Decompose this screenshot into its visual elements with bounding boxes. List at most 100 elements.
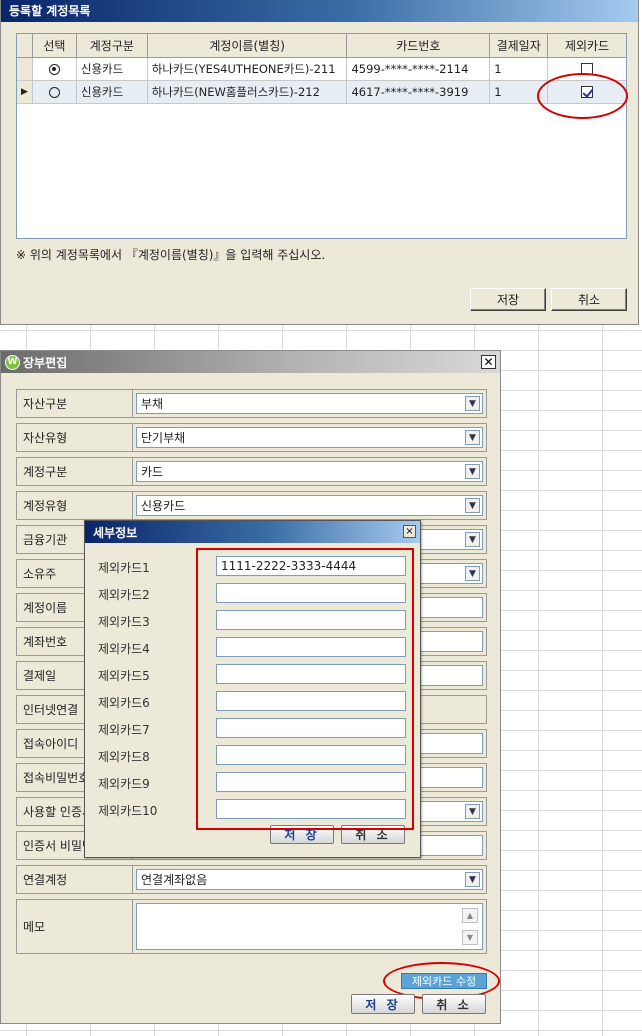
field-label: 제외카드2 <box>98 588 150 602</box>
close-icon[interactable]: ✕ <box>481 355 496 369</box>
field-label: 제외카드9 <box>98 777 150 791</box>
exclude-card-checkbox[interactable] <box>581 63 594 75</box>
card-number-cell: 4599-****-****-2114 <box>347 58 491 80</box>
chevron-down-icon[interactable]: ▼ <box>465 464 480 479</box>
table-header: 선택 계정구분 계정이름(별칭) 카드번호 결제일자 제외카드 <box>17 34 626 58</box>
field-label: 자산구분 <box>17 390 133 417</box>
chevron-down-icon[interactable]: ▼ <box>465 532 480 547</box>
exclude-card-row: 제외카드5 <box>85 662 422 686</box>
account-table: 선택 계정구분 계정이름(별칭) 카드번호 결제일자 제외카드 신용카드 하나카… <box>16 33 627 239</box>
exclude-card-input[interactable] <box>216 745 406 765</box>
column-header: 카드번호 <box>347 34 491 57</box>
chevron-down-icon[interactable]: ▼ <box>465 872 480 887</box>
field-label: 계정유형 <box>17 492 133 519</box>
exclude-card-input[interactable] <box>216 691 406 711</box>
chevron-down-icon[interactable]: ▼ <box>465 396 480 411</box>
exclude-card-input[interactable] <box>216 583 406 603</box>
memo-scrollbar[interactable]: ▲ ▼ <box>462 908 478 945</box>
chevron-down-icon[interactable]: ▼ <box>465 804 480 819</box>
exclude-card-input[interactable] <box>216 664 406 684</box>
exclude-card-row: 제외카드1 1111-2222-3333-4444 <box>85 554 422 578</box>
asset-class-select[interactable]: 부채 ▼ <box>136 393 483 414</box>
exclude-card-row: 제외카드6 <box>85 689 422 713</box>
scroll-down-icon[interactable]: ▼ <box>462 930 478 945</box>
linked-account-select[interactable]: 연결계좌없음 ▼ <box>136 869 483 890</box>
field-row: 계정구분 카드 ▼ <box>16 457 487 486</box>
exclude-card-row: 제외카드2 <box>85 581 422 605</box>
exclude-card-row: 제외카드3 <box>85 608 422 632</box>
field-label: 제외카드6 <box>98 696 150 710</box>
account-type-cell: 신용카드 <box>77 81 148 103</box>
window-title: 장부편집 <box>23 355 68 370</box>
field-row: 자산유형 단기부채 ▼ <box>16 423 487 452</box>
exclude-card-input[interactable] <box>216 799 406 819</box>
exclude-card-row: 제외카드8 <box>85 743 422 767</box>
field-label: 제외카드7 <box>98 723 150 737</box>
column-header: 결제일자 <box>490 34 549 57</box>
memo-textarea[interactable]: ▲ ▼ <box>136 903 483 950</box>
table-row[interactable]: ▶ 신용카드 하나카드(NEW홈플러스카드)-212 4617-****-***… <box>17 81 626 104</box>
account-type-cell: 신용카드 <box>77 58 148 80</box>
account-class-select[interactable]: 카드 ▼ <box>136 461 483 482</box>
exclude-card-edit-button[interactable]: 제외카드 수정 <box>401 973 487 989</box>
app-logo-icon: W <box>5 354 20 370</box>
close-icon[interactable]: × <box>403 525 416 538</box>
exclude-card-input[interactable] <box>216 610 406 630</box>
save-button[interactable]: 저장 <box>470 288 546 311</box>
ledger-cancel-button[interactable]: 취 소 <box>422 994 486 1014</box>
column-header: 계정구분 <box>77 34 148 57</box>
card-number-cell: 4617-****-****-3919 <box>347 81 491 103</box>
account-list-window: 등록할 계정목록 선택 계정구분 계정이름(별칭) 카드번호 결제일자 제외카드… <box>0 0 639 325</box>
column-header: 계정이름(별칭) <box>148 34 348 57</box>
field-row: 계정유형 신용카드 ▼ <box>16 491 487 520</box>
popup-cancel-button[interactable]: 취 소 <box>341 825 405 844</box>
exclude-card-input[interactable] <box>216 718 406 738</box>
field-label: 계정구분 <box>17 458 133 485</box>
chevron-down-icon[interactable]: ▼ <box>465 430 480 445</box>
account-name-cell[interactable]: 하나카드(NEW홈플러스카드)-212 <box>148 81 348 103</box>
field-label: 연결계정 <box>17 866 133 893</box>
asset-type-select[interactable]: 단기부채 ▼ <box>136 427 483 448</box>
account-name-cell[interactable]: 하나카드(YES4UTHEONE카드)-211 <box>148 58 348 80</box>
field-label: 제외카드5 <box>98 669 150 683</box>
pay-day-cell: 1 <box>490 81 549 103</box>
exclude-card-input[interactable] <box>216 772 406 792</box>
detail-info-popup: 세부정보 × 제외카드1 1111-2222-3333-4444 제외카드2 제외… <box>84 520 421 858</box>
chevron-down-icon[interactable]: ▼ <box>465 566 480 581</box>
column-header: 제외카드 <box>564 39 610 53</box>
account-type-select[interactable]: 신용카드 ▼ <box>136 495 483 516</box>
field-label: 제외카드3 <box>98 615 150 629</box>
field-label: 제외카드10 <box>98 804 158 818</box>
column-header: 선택 <box>33 34 77 57</box>
select-radio[interactable] <box>48 63 60 75</box>
field-label: 제외카드4 <box>98 642 150 656</box>
notice-text: ※ 위의 계정목록에서 『계정이름(별칭)』을 입력해 주십시오. <box>16 248 326 262</box>
exclude-card-row: 제외카드7 <box>85 716 422 740</box>
exclude-card-input[interactable] <box>216 637 406 657</box>
row-indicator <box>17 58 33 80</box>
table-row[interactable]: 신용카드 하나카드(YES4UTHEONE카드)-211 4599-****-*… <box>17 58 626 81</box>
popup-title: 세부정보 <box>93 526 138 540</box>
current-row-arrow-icon: ▶ <box>17 81 33 103</box>
field-label: 제외카드8 <box>98 750 150 764</box>
cancel-button[interactable]: 취소 <box>551 288 627 311</box>
chevron-down-icon[interactable]: ▼ <box>465 498 480 513</box>
field-row: 자산구분 부채 ▼ <box>16 389 487 418</box>
exclude-card-row: 제외카드4 <box>85 635 422 659</box>
select-radio[interactable] <box>48 86 60 98</box>
field-label: 제외카드1 <box>98 561 150 575</box>
exclude-card-row: 제외카드9 <box>85 770 422 794</box>
field-row: 메모 ▲ ▼ <box>16 899 487 954</box>
field-row: 연결계정 연결계좌없음 ▼ <box>16 865 487 894</box>
row-indicator-header <box>17 34 33 57</box>
ledger-save-button[interactable]: 저 장 <box>351 994 415 1014</box>
window-title: 등록할 계정목록 <box>1 0 638 22</box>
popup-save-button[interactable]: 저 장 <box>270 825 334 844</box>
scroll-up-icon[interactable]: ▲ <box>462 908 478 923</box>
exclude-card-row: 제외카드10 <box>85 797 422 821</box>
field-label: 메모 <box>17 900 133 953</box>
pay-day-cell: 1 <box>490 58 549 80</box>
field-label: 자산유형 <box>17 424 133 451</box>
exclude-card-input[interactable]: 1111-2222-3333-4444 <box>216 556 406 576</box>
exclude-card-checkbox[interactable] <box>581 86 594 98</box>
